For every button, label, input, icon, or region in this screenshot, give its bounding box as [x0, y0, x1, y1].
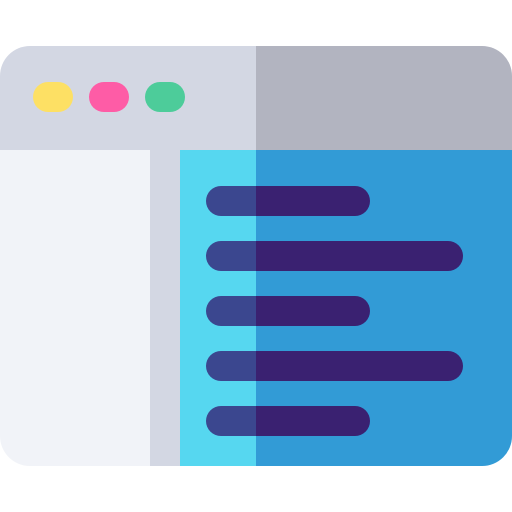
browser-window-icon: [0, 46, 512, 466]
code-line-segment: [256, 296, 370, 326]
code-line-3: [206, 296, 370, 326]
code-line-segment: [206, 351, 256, 381]
code-line-segment: [256, 406, 370, 436]
code-line-4: [206, 351, 463, 381]
code-line-segment: [206, 241, 256, 271]
code-line-segment: [256, 351, 463, 381]
code-line-5: [206, 406, 370, 436]
code-line-segment: [206, 296, 256, 326]
title-bar-right: [256, 46, 512, 150]
code-line-segment: [256, 241, 463, 271]
icon-canvas: [0, 0, 512, 512]
code-line-segment: [206, 406, 256, 436]
green-dot-icon: [145, 82, 185, 112]
code-line-segment: [256, 186, 370, 216]
panel-divider: [150, 150, 180, 466]
title-bar: [0, 46, 512, 150]
pink-dot-icon: [89, 82, 129, 112]
code-line-2: [206, 241, 463, 271]
sidebar-panel: [0, 150, 150, 466]
code-line-segment: [206, 186, 256, 216]
code-line-1: [206, 186, 370, 216]
yellow-dot-icon: [33, 82, 73, 112]
